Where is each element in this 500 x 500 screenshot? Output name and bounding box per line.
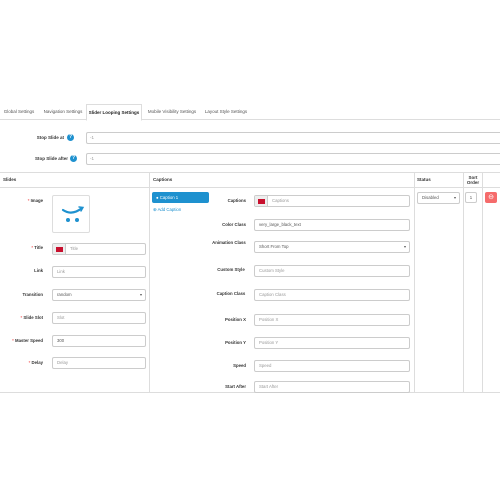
- add-caption-link[interactable]: ⊕ Add Caption: [153, 207, 181, 213]
- column-divider: [463, 173, 464, 392]
- column-divider: [414, 173, 415, 392]
- stop-slide-after-input[interactable]: -1: [86, 153, 500, 165]
- slides-table: Slides Captions Status Sort Order * Imag…: [0, 172, 500, 393]
- captions-placeholder: Captions: [272, 198, 289, 203]
- position-y-input[interactable]: Position Y: [254, 337, 410, 349]
- caret-down-icon: ▾: [453, 195, 456, 200]
- animation-class-select[interactable]: Short From Top ▾: [254, 241, 410, 253]
- master-speed-label: * Master Speed: [12, 338, 43, 343]
- status-select[interactable]: Disabled ▾: [417, 192, 460, 204]
- caption-1-label: Caption 1: [159, 195, 179, 200]
- position-x-input[interactable]: Position X: [254, 314, 410, 326]
- tab-global-settings[interactable]: Global Settings: [0, 104, 38, 120]
- delay-label-text: Delay: [31, 360, 43, 365]
- title-placeholder: Title: [70, 246, 78, 251]
- link-input[interactable]: Link: [52, 266, 146, 278]
- caret-down-icon: ▾: [139, 292, 142, 297]
- speed-label: Speed: [233, 363, 246, 368]
- captions-header: Captions: [153, 177, 173, 182]
- captions-input[interactable]: Captions: [254, 195, 410, 207]
- stop-slide-at-row: Stop Slide at ? -1: [0, 132, 500, 144]
- sort-order-input[interactable]: 1: [465, 192, 477, 203]
- transition-value: random: [57, 292, 72, 297]
- animation-class-value: Short From Top: [259, 244, 289, 249]
- slides-header: Slides: [3, 177, 17, 182]
- column-divider: [482, 173, 483, 392]
- remove-slide-button[interactable]: ⊖: [485, 192, 497, 203]
- caret-down-icon: ▾: [403, 244, 406, 249]
- settings-tabs: Global Settings Navigation Settings Slid…: [0, 104, 500, 121]
- stop-slide-after-label: Stop Slide after: [34, 156, 68, 161]
- start-after-label: Start After: [225, 384, 246, 389]
- slide-image-thumbnail[interactable]: [52, 195, 90, 233]
- image-label-text: Image: [30, 198, 43, 203]
- slide-slot-input[interactable]: Slot: [52, 312, 146, 324]
- stop-slide-after-row: Stop Slide after ? -1: [0, 153, 500, 165]
- tab-layout-style-settings[interactable]: Layout Style Settings: [202, 104, 250, 120]
- help-icon: ?: [70, 155, 77, 162]
- table-header-divider: [0, 187, 500, 188]
- transition-select[interactable]: random ▾: [52, 289, 146, 301]
- start-after-input[interactable]: Start After: [254, 381, 410, 393]
- custom-style-label: Custom Style: [217, 267, 245, 272]
- image-label: * Image: [27, 198, 43, 203]
- help-icon: ?: [67, 134, 74, 141]
- uk-flag-icon: [258, 198, 265, 204]
- slide-slot-label: * Slide Slot: [20, 315, 43, 320]
- caption-class-label: Caption Class: [216, 291, 246, 296]
- stop-slide-at-label: Stop Slide at: [36, 135, 64, 140]
- language-addon: [53, 244, 66, 254]
- tab-mobile-visibility-settings[interactable]: Mobile Visibility Settings: [144, 104, 200, 120]
- custom-style-input[interactable]: Custom Style: [254, 265, 410, 277]
- column-divider: [149, 173, 150, 392]
- caption-class-input[interactable]: Caption Class: [254, 289, 410, 301]
- title-label: * Title: [31, 245, 43, 250]
- captions-label: Captions: [227, 198, 246, 203]
- link-label: Link: [34, 268, 43, 273]
- cart-logo-icon: [61, 206, 85, 222]
- color-class-label: Color Class: [222, 222, 246, 227]
- master-speed-input[interactable]: 300: [52, 335, 146, 347]
- status-header: Status: [417, 177, 431, 182]
- position-y-label: Position Y: [225, 340, 246, 345]
- add-caption-label: Add Caption: [157, 207, 182, 212]
- caption-1-tab[interactable]: ● Caption 1: [152, 192, 209, 203]
- animation-class-label: Animation Class: [212, 240, 246, 245]
- minus-circle-icon: ⊖: [488, 194, 494, 201]
- transition-label: Transition: [22, 292, 43, 297]
- language-addon: [255, 196, 268, 206]
- delay-input[interactable]: Delay: [52, 357, 146, 369]
- speed-input[interactable]: Speed: [254, 360, 410, 372]
- uk-flag-icon: [56, 246, 63, 252]
- position-x-label: Position X: [224, 317, 246, 322]
- tab-slider-looping-settings[interactable]: Slider Looping Settings: [86, 104, 142, 121]
- slide-slot-label-text: Slide Slot: [23, 315, 43, 320]
- title-input[interactable]: Title: [52, 243, 146, 255]
- sort-order-header: Sort Order: [466, 175, 480, 185]
- master-speed-label-text: Master Speed: [15, 338, 43, 343]
- stop-slide-at-input[interactable]: -1: [86, 132, 500, 144]
- color-class-input[interactable]: very_large_black_text: [254, 219, 410, 231]
- status-value: Disabled: [422, 195, 439, 200]
- delay-label: * Delay: [28, 360, 43, 365]
- tab-navigation-settings[interactable]: Navigation Settings: [40, 104, 86, 120]
- title-label-text: Title: [34, 245, 43, 250]
